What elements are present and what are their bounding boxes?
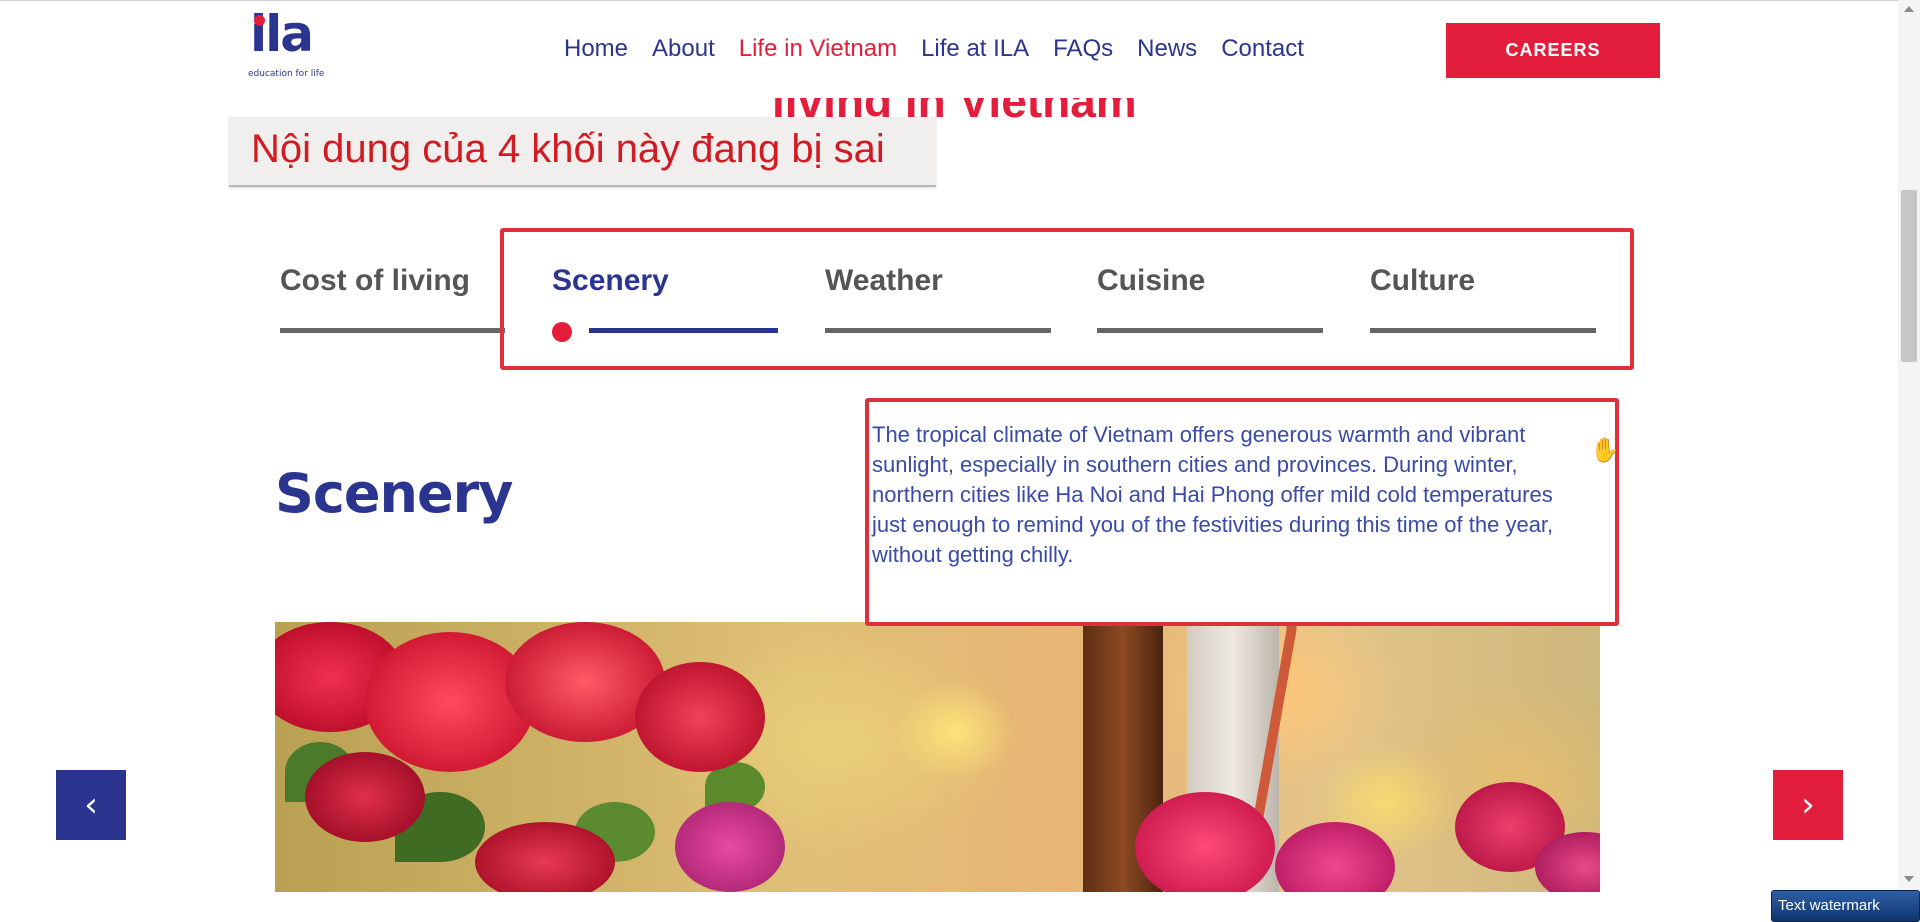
section-title: Scenery: [275, 462, 513, 525]
nav-contact[interactable]: Contact: [1209, 31, 1316, 67]
tab-label: Scenery: [552, 264, 669, 297]
flower-cluster: [305, 752, 425, 842]
carousel-prev-button[interactable]: ‹: [56, 770, 126, 840]
tab-underline: [1097, 328, 1323, 333]
careers-button[interactable]: CAREERS: [1446, 23, 1660, 78]
tab-culture[interactable]: Culture: [1370, 260, 1596, 340]
nav-about[interactable]: About: [640, 31, 727, 67]
flower-cluster: [475, 822, 615, 892]
tab-weather[interactable]: Weather: [825, 260, 1051, 340]
carousel-next-button[interactable]: ›: [1773, 770, 1843, 840]
tab-label: Cuisine: [1097, 264, 1206, 297]
scroll-down-icon[interactable]: [1904, 876, 1914, 882]
tab-bar: Cost of living Scenery Weather Cuisine C…: [280, 260, 1596, 342]
scenery-image: [275, 622, 1600, 892]
tab-underline: [589, 328, 778, 333]
hand-cursor-icon: ✋: [1590, 436, 1620, 464]
tab-underline: [825, 328, 1051, 333]
tab-label: Cost of living: [280, 264, 470, 297]
main-nav: Home About Life in Vietnam Life at ILA F…: [552, 31, 1316, 67]
nav-home[interactable]: Home: [552, 31, 640, 67]
annotation-note: Nội dung của 4 khối này đang bị sai: [229, 117, 936, 187]
logo-tagline: education for life: [248, 69, 325, 79]
chevron-left-icon: ‹: [84, 785, 98, 825]
scrollbar-thumb[interactable]: [1901, 190, 1917, 362]
tab-underline: [280, 328, 505, 333]
yellow-blossom: [895, 682, 1015, 782]
ila-logo[interactable]: ila education for life: [244, 9, 324, 83]
tab-scenery[interactable]: Scenery: [552, 260, 778, 342]
tab-label: Culture: [1370, 264, 1475, 297]
page: ila education for life Home About Life i…: [0, 0, 1920, 922]
tab-label: Weather: [825, 264, 943, 297]
scroll-up-icon[interactable]: [1904, 6, 1914, 12]
section-description: The tropical climate of Vietnam offers g…: [872, 422, 1554, 567]
tab-cuisine[interactable]: Cuisine: [1097, 260, 1323, 340]
site-header: ila education for life Home About Life i…: [0, 0, 1898, 98]
logo-dot: [254, 15, 265, 26]
active-tab-dot: [552, 322, 572, 342]
tab-cost-of-living[interactable]: Cost of living: [280, 260, 505, 340]
nav-life-in-vietnam[interactable]: Life in Vietnam: [727, 31, 909, 67]
vertical-scrollbar[interactable]: [1898, 0, 1920, 922]
tab-underline: [1370, 328, 1596, 333]
chevron-right-icon: ›: [1801, 785, 1815, 825]
annotation-note-text: Nội dung của 4 khối này đang bị sai: [251, 127, 885, 171]
text-watermark-badge: Text watermark: [1771, 890, 1920, 922]
flower-cluster: [1135, 792, 1275, 892]
nav-news[interactable]: News: [1125, 31, 1209, 67]
nav-faqs[interactable]: FAQs: [1041, 31, 1125, 67]
flower-cluster: [675, 802, 785, 892]
flower-cluster: [635, 662, 765, 772]
nav-life-at-ila[interactable]: Life at ILA: [909, 31, 1041, 67]
